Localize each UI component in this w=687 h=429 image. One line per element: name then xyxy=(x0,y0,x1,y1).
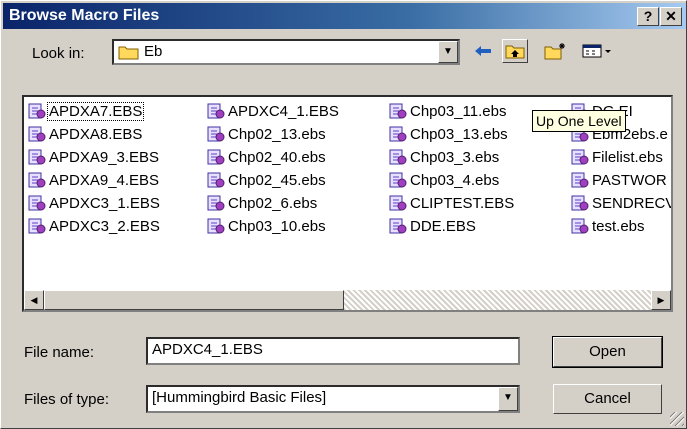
macro-file-icon xyxy=(28,195,46,211)
new-folder-icon xyxy=(544,43,565,60)
file-name: Chp03_3.ebs xyxy=(410,148,500,166)
file-item[interactable]: PASTWOR xyxy=(571,170,668,190)
file-name: Chp02_13.ebs xyxy=(228,125,326,143)
file-item[interactable]: APDXC3_2.EBS xyxy=(28,216,161,236)
back-button[interactable] xyxy=(470,39,496,63)
back-arrow-icon xyxy=(475,46,491,56)
file-item[interactable]: APDXA9_4.EBS xyxy=(28,170,160,190)
resize-grip[interactable] xyxy=(670,412,684,426)
macro-file-icon xyxy=(28,149,46,165)
cancel-button[interactable]: Cancel xyxy=(553,384,662,414)
macro-file-icon xyxy=(389,172,407,188)
file-name: Chp03_11.ebs xyxy=(410,102,507,120)
file-name-input[interactable]: APDXC4_1.EBS xyxy=(146,337,520,365)
macro-file-icon xyxy=(28,103,46,119)
files-of-type-select[interactable]: [Hummingbird Basic Files] ▼ xyxy=(146,385,520,413)
macro-file-icon xyxy=(571,172,589,188)
views-menu-icon xyxy=(582,44,611,58)
help-button[interactable]: ? xyxy=(637,7,659,26)
up-one-level-tooltip: Up One Level xyxy=(532,110,626,132)
macro-file-icon xyxy=(571,149,589,165)
file-name-value: APDXC4_1.EBS xyxy=(152,341,263,358)
file-item[interactable]: SENDRECV xyxy=(571,193,673,213)
macro-file-icon xyxy=(389,218,407,234)
file-name: APDXC3_1.EBS xyxy=(49,194,160,212)
file-name: Chp03_10.ebs xyxy=(228,217,326,235)
file-item[interactable]: APDXA8.EBS xyxy=(28,124,143,144)
window-title: Browse Macro Files xyxy=(9,7,160,24)
look-in-label: Look in: xyxy=(32,45,85,62)
file-name: Chp02_6.ebs xyxy=(228,194,318,212)
file-item[interactable]: Chp02_6.ebs xyxy=(207,193,318,213)
horizontal-scrollbar[interactable]: ◀ ▶ xyxy=(24,290,671,310)
scroll-left-button[interactable]: ◀ xyxy=(24,290,44,310)
file-name: SENDRECV xyxy=(592,194,673,212)
look-in-dropdown-button[interactable]: ▼ xyxy=(438,41,458,63)
macro-file-icon xyxy=(207,218,225,234)
macro-file-icon xyxy=(389,149,407,165)
file-name: APDXC4_1.EBS xyxy=(228,102,339,120)
file-name: Chp03_13.ebs xyxy=(410,125,508,143)
up-one-level-button[interactable] xyxy=(502,39,528,63)
macro-file-icon xyxy=(389,126,407,142)
file-name: APDXA7.EBS xyxy=(46,101,145,121)
file-name: Chp02_45.ebs xyxy=(228,171,326,189)
file-item[interactable]: Chp02_40.ebs xyxy=(207,147,327,167)
macro-file-icon xyxy=(207,172,225,188)
macro-file-icon xyxy=(207,103,225,119)
files-of-type-value: [Hummingbird Basic Files] xyxy=(152,389,327,406)
up-one-level-icon xyxy=(505,45,525,59)
look-in-combo[interactable]: Eb ▼ xyxy=(112,39,460,65)
file-item[interactable]: Chp03_10.ebs xyxy=(207,216,327,236)
file-item[interactable]: Chp02_45.ebs xyxy=(207,170,327,190)
file-name: test.ebs xyxy=(592,217,645,235)
macro-file-icon xyxy=(571,195,589,211)
file-name: PASTWOR xyxy=(592,171,667,189)
macro-file-icon xyxy=(571,218,589,234)
file-name: CLIPTEST.EBS xyxy=(410,194,515,212)
close-button[interactable]: ✕ xyxy=(660,7,682,26)
macro-file-icon xyxy=(207,149,225,165)
file-item[interactable]: Chp02_13.ebs xyxy=(207,124,327,144)
file-item[interactable]: test.ebs xyxy=(571,216,646,236)
title-bar[interactable]: Browse Macro Files ? ✕ xyxy=(3,3,686,29)
macro-file-icon xyxy=(28,218,46,234)
file-item[interactable]: Chp03_13.ebs xyxy=(389,124,509,144)
views-menu-button[interactable] xyxy=(580,39,614,63)
files-of-type-label: Files of type: xyxy=(24,391,110,408)
file-name: Chp02_40.ebs xyxy=(228,148,326,166)
file-name: DDE.EBS xyxy=(410,217,476,235)
browse-macro-files-dialog: Browse Macro Files ? ✕ Look in: Eb ▼ tes… xyxy=(0,0,687,429)
scroll-thumb[interactable] xyxy=(44,290,344,310)
macro-file-icon xyxy=(207,195,225,211)
new-folder-button[interactable] xyxy=(542,39,568,63)
look-in-value: Eb xyxy=(144,43,163,60)
macro-file-icon xyxy=(389,103,407,119)
file-name: Filelist.ebs xyxy=(592,148,663,166)
file-item[interactable]: APDXC3_1.EBS xyxy=(28,193,161,213)
file-item[interactable]: Filelist.ebs xyxy=(571,147,664,167)
macro-file-icon xyxy=(28,126,46,142)
file-item[interactable]: Chp03_3.ebs xyxy=(389,147,500,167)
folder-icon xyxy=(118,46,139,59)
file-item[interactable]: DDE.EBS xyxy=(389,216,477,236)
file-item[interactable]: APDXC4_1.EBS xyxy=(207,101,340,121)
scroll-right-button[interactable]: ▶ xyxy=(651,290,671,310)
file-name: APDXA8.EBS xyxy=(49,125,143,143)
open-button[interactable]: Open xyxy=(552,336,663,368)
files-of-type-dropdown-button[interactable]: ▼ xyxy=(498,387,518,411)
file-name: APDXC3_2.EBS xyxy=(49,217,160,235)
file-item[interactable]: APDXA9_3.EBS xyxy=(28,147,160,167)
macro-file-icon xyxy=(389,195,407,211)
macro-file-icon xyxy=(28,172,46,188)
file-item[interactable]: CLIPTEST.EBS xyxy=(389,193,515,213)
file-name: APDXA9_3.EBS xyxy=(49,148,160,166)
macro-file-icon xyxy=(207,126,225,142)
file-item[interactable]: APDXA7.EBS xyxy=(28,101,145,121)
file-name: Chp03_4.ebs xyxy=(410,171,500,189)
file-item[interactable]: Chp03_11.ebs xyxy=(389,101,507,121)
file-name-label: File name: xyxy=(24,344,95,361)
file-name: APDXA9_4.EBS xyxy=(49,171,160,189)
file-item[interactable]: Chp03_4.ebs xyxy=(389,170,500,190)
